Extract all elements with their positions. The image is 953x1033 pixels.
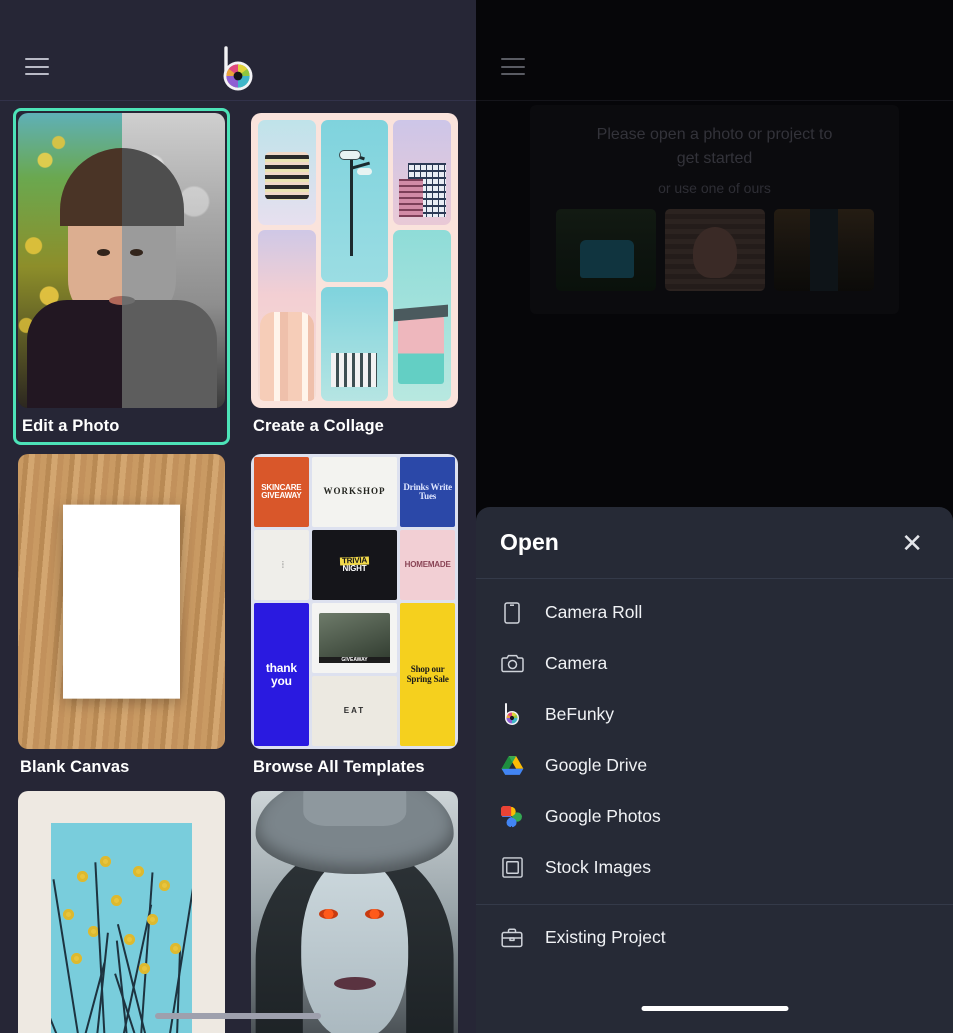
card-edit-a-photo[interactable]: Edit a Photo (13, 108, 230, 445)
open-item-label: Stock Images (545, 857, 652, 877)
card-label: Blank Canvas (20, 758, 130, 776)
sample-smiling-woman[interactable] (664, 209, 765, 291)
open-dialog-title: Open (500, 529, 559, 555)
close-icon[interactable]: ✕ (895, 526, 929, 560)
sample-venice-canal[interactable] (773, 209, 874, 291)
home-card-grid: Edit a Photo Create a Collage Blank Canv… (0, 101, 476, 1033)
hamburger-menu-icon[interactable] (25, 58, 49, 75)
befunky-logo-icon (500, 703, 524, 727)
home-indicator (641, 1006, 788, 1011)
template-text-eat: EAT (343, 705, 366, 715)
hamburger-menu-icon[interactable] (501, 58, 525, 75)
vampire-portrait-thumbnail (251, 791, 458, 1033)
card-blank-canvas[interactable]: Blank Canvas (18, 454, 225, 777)
home-header (0, 0, 476, 101)
empty-state-title: Please open a photo or project to get st… (596, 126, 833, 167)
card-browse-all-templates[interactable]: SKINCARE GIVEAWAY WORKSHOP Drinks Write … (251, 454, 458, 777)
open-dialog-header: Open ✕ (476, 507, 953, 579)
dialog-divider (476, 904, 953, 905)
open-dialog: Open ✕ Camera Roll Camera BeFunky Google… (476, 507, 953, 1033)
editor-toolbar (476, 0, 953, 101)
open-item-camera-roll[interactable]: Camera Roll (476, 587, 953, 638)
open-item-stock-images[interactable]: Stock Images (476, 842, 953, 893)
blank-canvas-thumbnail (18, 454, 225, 749)
home-panel: Edit a Photo Create a Collage Blank Canv… (0, 0, 476, 1033)
google-drive-icon (500, 754, 524, 778)
card-create-a-collage[interactable]: Create a Collage (251, 113, 458, 440)
card-label: Browse All Templates (253, 758, 425, 776)
briefcase-icon (500, 926, 524, 950)
template-text-giveaway: GIVEAWAY (319, 657, 390, 664)
template-text-spring: Shop our Spring Sale (406, 664, 449, 684)
browse-all-templates-thumbnail: SKINCARE GIVEAWAY WORKSHOP Drinks Write … (251, 454, 458, 749)
app-root: Edit a Photo Create a Collage Blank Canv… (0, 0, 953, 1033)
card-flower-print[interactable] (18, 791, 225, 1033)
open-item-label: Google Photos (545, 806, 661, 826)
template-text-homemade: HOMEMADE (404, 559, 451, 569)
card-label: Edit a Photo (22, 417, 120, 435)
open-item-label: Camera (545, 653, 608, 673)
open-item-befunky[interactable]: BeFunky (476, 689, 953, 740)
open-source-list: Camera Roll Camera BeFunky Google Drive … (476, 579, 953, 963)
open-item-label: Existing Project (545, 927, 666, 947)
editor-empty-state: Please open a photo or project to get st… (530, 105, 899, 314)
open-item-google-drive[interactable]: Google Drive (476, 740, 953, 791)
open-item-label: BeFunky (545, 704, 615, 724)
google-photos-icon (500, 805, 524, 829)
template-text-trivia: TRIVIA NIGHT (339, 555, 370, 574)
card-vampire-portrait[interactable] (251, 791, 458, 1033)
open-item-google-photos[interactable]: Google Photos (476, 791, 953, 842)
open-item-label: Camera Roll (545, 602, 643, 622)
template-text-trivia-1: TRIVIA (339, 555, 370, 566)
template-text-side: ····· (278, 561, 285, 569)
template-text-thankyou: thank you (265, 660, 297, 688)
card-label: Create a Collage (253, 417, 384, 435)
home-scroll-indicator[interactable] (155, 1013, 321, 1019)
editor-panel: Please open a photo or project to get st… (476, 0, 953, 1033)
edit-a-photo-thumbnail (18, 113, 225, 408)
sample-vw-van[interactable] (555, 209, 656, 291)
create-a-collage-thumbnail (251, 113, 458, 408)
sample-photo-row (555, 209, 874, 291)
open-item-camera[interactable]: Camera (476, 638, 953, 689)
template-text-skincare: SKINCARE GIVEAWAY (261, 482, 302, 500)
template-text-drinks: Drinks Write Tues (403, 481, 452, 501)
empty-state-subtitle: or use one of ours (658, 180, 771, 196)
open-item-label: Google Drive (545, 755, 648, 775)
befunky-logo-icon (223, 46, 253, 91)
camera-icon (500, 652, 524, 676)
phone-icon (500, 601, 524, 625)
flower-print-thumbnail (18, 791, 225, 1033)
open-item-existing-project[interactable]: Existing Project (476, 912, 953, 963)
stock-images-icon (500, 856, 524, 880)
template-text-workshop: WORKSHOP (323, 486, 386, 497)
